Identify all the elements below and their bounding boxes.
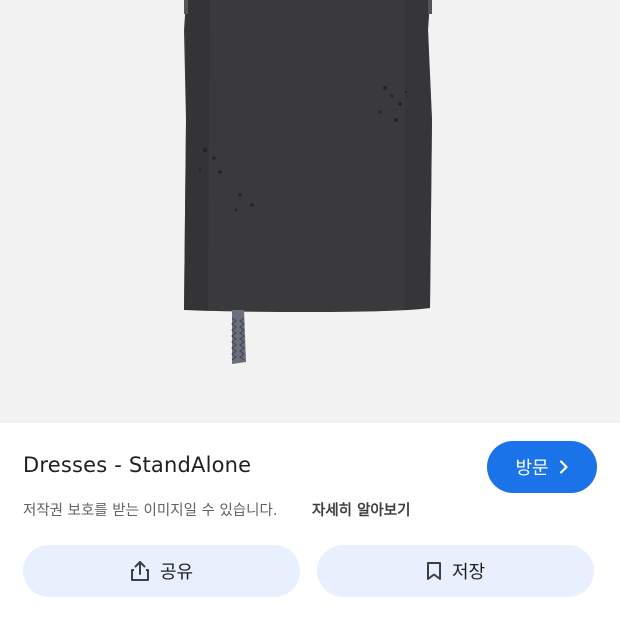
product-title: Dresses - StandAlone bbox=[23, 453, 252, 477]
bookmark-icon bbox=[426, 562, 441, 580]
visit-button[interactable]: 방문 bbox=[487, 441, 597, 493]
learn-more-link[interactable]: 자세히 알아보기 bbox=[312, 499, 410, 520]
copyright-notice: 저작권 보호를 받는 이미지일 수 있습니다. bbox=[23, 503, 278, 519]
save-button[interactable]: 저장 bbox=[317, 545, 594, 597]
share-label: 공유 bbox=[159, 562, 194, 583]
product-image bbox=[184, 0, 432, 364]
product-image-area[interactable] bbox=[0, 0, 620, 423]
info-panel: Dresses - StandAlone 방문 저작권 보호를 받는 이미지일 … bbox=[0, 423, 620, 620]
visit-label: 방문 bbox=[515, 458, 549, 479]
share-icon bbox=[130, 561, 149, 581]
save-label: 저장 bbox=[451, 562, 486, 583]
chevron-right-icon bbox=[559, 460, 568, 474]
share-button[interactable]: 공유 bbox=[23, 545, 300, 597]
